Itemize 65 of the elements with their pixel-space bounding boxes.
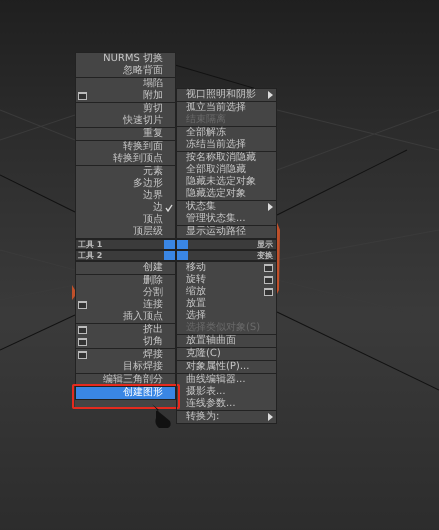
menu-item[interactable]: 旋转 <box>177 274 276 286</box>
menu-item[interactable]: 管理状态集... <box>177 213 276 225</box>
menu-item[interactable]: 视口照明和阴影 <box>177 89 276 101</box>
menu-item[interactable]: 转换到顶点 <box>76 153 175 165</box>
menu-item[interactable]: 重复 <box>76 128 175 140</box>
menu-item[interactable]: 快速切片 <box>76 115 175 127</box>
menu-item[interactable]: 按名称取消隐藏 <box>177 152 276 164</box>
option-box-icon[interactable] <box>264 288 273 296</box>
menu-item[interactable]: 全部取消隐藏 <box>177 164 276 176</box>
submenu-arrow-icon <box>268 413 273 421</box>
menu-item[interactable]: 分割 <box>76 287 175 299</box>
menu-item[interactable]: 对象属性(P)... <box>177 361 276 373</box>
menu-item[interactable]: 创建 <box>76 262 175 274</box>
menu-item[interactable]: 转换为: <box>177 411 276 423</box>
quadrant-title: 工具 1 <box>78 240 102 249</box>
menu-item[interactable]: 插入顶点 <box>76 311 175 323</box>
menu-item[interactable]: 移动 <box>177 262 276 274</box>
menu-item[interactable]: 转换到面 <box>76 141 175 153</box>
menu-item[interactable]: 摄影表... <box>177 386 276 398</box>
menu-item[interactable]: 多边形 <box>76 178 175 190</box>
quadrant-title: 工具 2 <box>78 251 102 260</box>
menu-item[interactable]: 忽略背面 <box>76 65 175 77</box>
menu-item[interactable]: 顶层级 <box>76 226 175 238</box>
menu-item[interactable]: 塌陷 <box>76 78 175 90</box>
menu-item[interactable]: 连接 <box>76 299 175 311</box>
option-box-icon[interactable] <box>78 351 87 359</box>
menu-item[interactable]: 缩放 <box>177 286 276 298</box>
menu-item[interactable]: 连线参数... <box>177 398 276 410</box>
menu-item[interactable]: 放置轴曲面 <box>177 335 276 347</box>
option-box-icon[interactable] <box>264 264 273 272</box>
option-box-icon[interactable] <box>78 301 87 309</box>
menu-item[interactable]: 目标焊接 <box>76 361 175 373</box>
submenu-arrow-icon <box>268 91 273 99</box>
menu-item[interactable]: 元素 <box>76 166 175 178</box>
menu-item[interactable]: 编辑三角剖分 <box>76 374 175 386</box>
menu-item[interactable]: 删除 <box>76 275 175 287</box>
submenu-arrow-icon <box>268 203 273 211</box>
option-box-icon[interactable] <box>78 92 87 100</box>
menu-item[interactable]: 曲线编辑器... <box>177 374 276 386</box>
menu-item[interactable]: 挤出 <box>76 324 175 336</box>
menu-item[interactable]: 孤立当前选择 <box>177 102 276 114</box>
option-box-icon[interactable] <box>78 338 87 346</box>
menu-item[interactable]: 附加 <box>76 90 175 102</box>
menu-item[interactable]: 隐藏未选定对象 <box>177 176 276 188</box>
option-box-icon[interactable] <box>78 326 87 334</box>
quadrant-title: 变换 <box>257 251 273 260</box>
menu-item[interactable]: 边界 <box>76 190 175 202</box>
quadrant-title: 显示 <box>257 240 273 249</box>
menu-item[interactable]: 冻结当前选择 <box>177 139 276 151</box>
menu-item[interactable]: NURMS 切换 <box>76 53 175 65</box>
menu-item[interactable]: 选择 <box>177 310 276 322</box>
menu-item[interactable]: 状态集 <box>177 201 276 213</box>
menu-item[interactable]: 边 <box>76 202 175 214</box>
menu-item[interactable]: 切角 <box>76 336 175 348</box>
option-box-icon[interactable] <box>264 276 273 284</box>
menu-item[interactable]: 放置 <box>177 298 276 310</box>
menu-item[interactable]: 焊接 <box>76 349 175 361</box>
menu-item[interactable]: 全部解冻 <box>177 127 276 139</box>
menu-item[interactable]: 显示运动路径 <box>177 226 276 238</box>
menu-item[interactable]: 顶点 <box>76 214 175 226</box>
menu-item[interactable]: 剪切 <box>76 103 175 115</box>
menu-item[interactable]: 创建图形 <box>76 387 175 399</box>
menu-item[interactable]: 克隆(C) <box>177 348 276 360</box>
menu-item[interactable]: 隐藏选定对象 <box>177 188 276 200</box>
cursor-icon <box>150 404 172 430</box>
